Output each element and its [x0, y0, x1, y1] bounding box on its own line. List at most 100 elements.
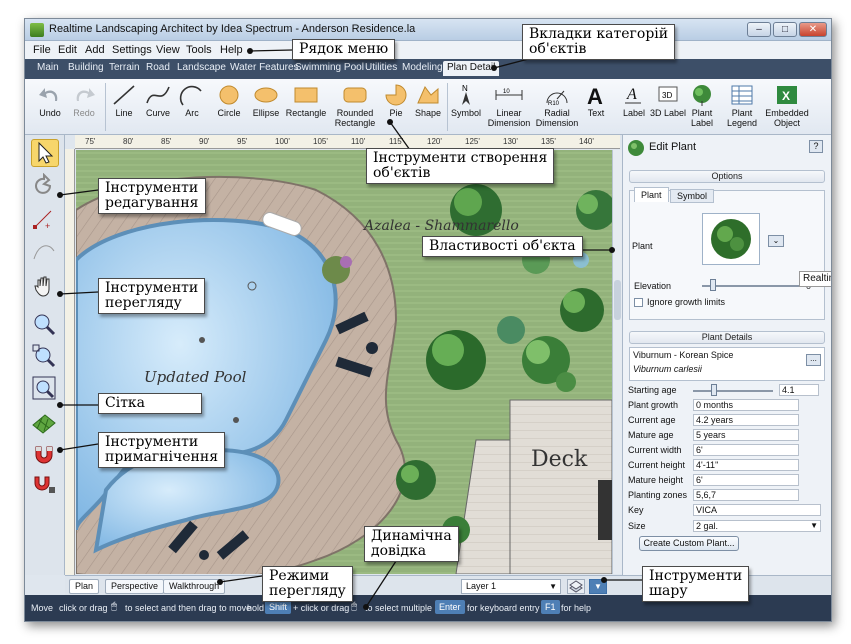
snap-tool[interactable]: [31, 441, 59, 469]
tab-building[interactable]: Building: [68, 62, 104, 73]
planting-zones-value[interactable]: 5,6,7: [693, 489, 799, 501]
ignore-growth-checkbox[interactable]: [634, 298, 643, 307]
zoom-tool[interactable]: [31, 311, 59, 339]
current-age-value[interactable]: 4.2 years: [693, 414, 799, 426]
size-select[interactable]: 2 gal. ▼: [693, 520, 821, 532]
svg-text:N: N: [462, 84, 468, 93]
current-height-value[interactable]: 4'-11": [693, 459, 799, 471]
arrow-cursor-icon: [38, 141, 54, 164]
tab-landscape[interactable]: Landscape: [177, 62, 226, 73]
curve-edit-tool[interactable]: [31, 237, 59, 265]
ruler-mark: 135': [541, 137, 556, 146]
plant-browse-button[interactable]: ...: [806, 354, 821, 366]
zoom-window-tool[interactable]: [31, 375, 59, 403]
callout-view-modes: Режими перегляду: [262, 566, 353, 602]
symbol-tool[interactable]: N Symbol: [445, 79, 487, 135]
embedded-object-tool[interactable]: X Embedded Object: [763, 79, 811, 135]
ruler-mark: 110': [351, 137, 366, 146]
menu-help[interactable]: Help: [220, 44, 243, 56]
starting-age-thumb[interactable]: [711, 384, 717, 396]
vertical-scrollbar[interactable]: [612, 150, 622, 574]
ellipse-icon: [254, 87, 278, 103]
close-icon[interactable]: ✕: [799, 22, 827, 37]
grid-toggle[interactable]: [31, 411, 59, 439]
ruler-mark: 100': [275, 137, 290, 146]
redo-button[interactable]: Redo: [63, 79, 105, 135]
rectangle-tool[interactable]: Rectangle: [285, 79, 327, 135]
magnifier-icon: [34, 314, 56, 336]
side-table: [199, 550, 209, 560]
detail-label: Plant growth: [628, 400, 679, 410]
detail-label: Planting zones: [628, 490, 688, 500]
add-point-tool[interactable]: +: [31, 205, 59, 233]
sub-tab-plant[interactable]: Plant: [634, 187, 669, 202]
embedded-object-icon: X: [777, 86, 797, 104]
plant-field-label: Plant: [632, 241, 653, 251]
menu-tools[interactable]: Tools: [186, 44, 212, 56]
callout-edit-tools: Інструменти редагування: [98, 178, 206, 214]
magnet-object-icon: [34, 476, 55, 493]
status-text: click or drag: [59, 603, 108, 613]
view-tab-plan[interactable]: Plan: [69, 579, 100, 594]
rounded-rectangle-tool[interactable]: Rounded Rectangle: [331, 79, 379, 135]
view-tab-perspective[interactable]: Perspective: [105, 579, 165, 594]
plant-growth-value[interactable]: 0 months: [693, 399, 799, 411]
layer-select[interactable]: Layer 1 ▼: [461, 579, 561, 594]
ellipse-tool[interactable]: Ellipse: [245, 79, 287, 135]
tab-swimming-pool[interactable]: Swimming Pool: [295, 62, 364, 73]
tab-modeling[interactable]: Modeling: [402, 62, 443, 73]
layer-menu-button[interactable]: ▼: [589, 579, 607, 594]
menu-view[interactable]: View: [156, 44, 180, 56]
help-button[interactable]: ?: [809, 140, 823, 153]
menu-add[interactable]: Add: [85, 44, 105, 56]
tab-terrain[interactable]: Terrain: [109, 62, 140, 73]
elevation-slider-thumb[interactable]: [710, 279, 716, 291]
plant-label-icon: [693, 85, 711, 106]
minimize-icon[interactable]: –: [747, 22, 771, 37]
magnet-icon: [35, 446, 53, 464]
tab-utilities[interactable]: Utilities: [365, 62, 397, 73]
arc-tool[interactable]: Arc: [171, 79, 213, 135]
menu-settings[interactable]: Settings: [112, 44, 152, 56]
menu-file[interactable]: File: [33, 44, 51, 56]
tab-water-features[interactable]: Water Features: [230, 62, 299, 73]
callout-view-tools: Інструменти перегляду: [98, 278, 206, 314]
pool-label: Updated Pool: [144, 368, 247, 386]
text-icon: A: [587, 84, 603, 107]
starting-age-input[interactable]: 4.1: [779, 384, 819, 396]
mature-age-value[interactable]: 5 years: [693, 429, 799, 441]
pool-light: [199, 337, 205, 343]
layer-settings-button[interactable]: [567, 579, 585, 594]
plant-thumbnail[interactable]: [702, 213, 760, 265]
linear-dimension-tool[interactable]: 10 Linear Dimension: [485, 79, 533, 135]
tab-main[interactable]: Main: [37, 62, 59, 73]
rotate-tool[interactable]: [31, 172, 59, 201]
shape-tool[interactable]: Shape: [407, 79, 449, 135]
zoom-window-icon: [32, 376, 56, 400]
maximize-icon[interactable]: □: [773, 22, 797, 37]
mature-height-value[interactable]: 6': [693, 474, 799, 486]
text-tool[interactable]: A Text: [575, 79, 617, 135]
sub-tab-symbol[interactable]: Symbol: [670, 189, 715, 203]
zoom-extents-tool[interactable]: [31, 343, 59, 371]
view-tab-walkthrough[interactable]: Walkthrough: [163, 579, 226, 594]
tab-road[interactable]: Road: [146, 62, 170, 73]
pan-tool[interactable]: [31, 273, 59, 301]
circle-tool[interactable]: Circle: [208, 79, 250, 135]
chevron-down-icon: ▼: [594, 582, 602, 591]
create-custom-plant-button[interactable]: Create Custom Plant...: [639, 536, 739, 551]
menu-edit[interactable]: Edit: [58, 44, 77, 56]
status-text: + click or drag: [293, 603, 350, 613]
chevron-down-icon: ▼: [810, 521, 818, 530]
tab-plan-detail[interactable]: Plan Detail: [443, 61, 500, 76]
current-width-value[interactable]: 6': [693, 444, 799, 456]
plant-legend-tool[interactable]: Plant Legend: [721, 79, 763, 135]
snap-object-tool[interactable]: [31, 469, 59, 497]
key-value[interactable]: VICA: [693, 504, 821, 516]
select-tool[interactable]: [31, 139, 59, 167]
plant-label-tool[interactable]: Plant Label: [681, 79, 723, 135]
plant-picker-button[interactable]: ⌄: [768, 235, 784, 247]
scroll-thumb[interactable]: [614, 280, 621, 320]
radial-dimension-tool[interactable]: R10 Radial Dimension: [533, 79, 581, 135]
panel-title: Edit Plant: [649, 141, 697, 153]
